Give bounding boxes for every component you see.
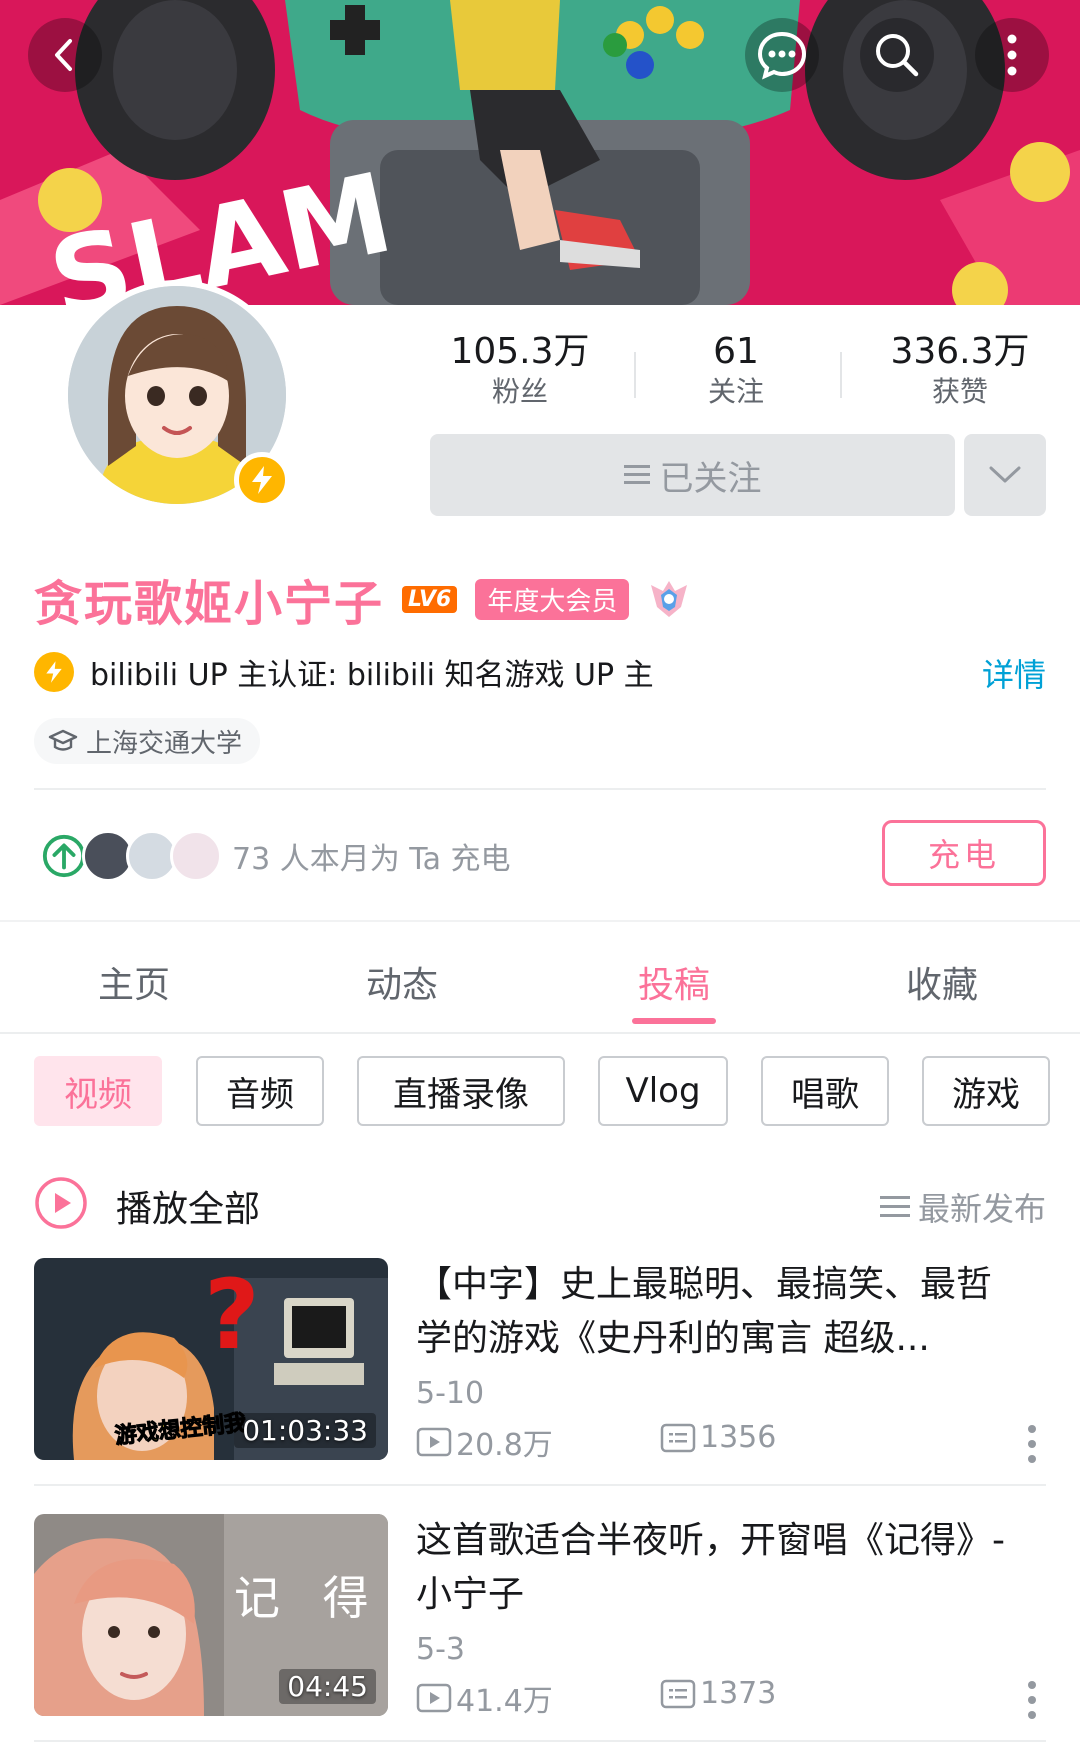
view-count: 20.8万	[416, 1420, 553, 1464]
video-meta: 20.8万 1356	[416, 1420, 1016, 1463]
play-count-icon	[416, 1427, 452, 1457]
list-icon	[623, 465, 650, 484]
video-date: 5-10	[416, 1376, 485, 1411]
video-meta: 41.4万 1373	[416, 1676, 1016, 1719]
avatar[interactable]	[62, 280, 292, 510]
tab-uploads[interactable]: 投稿	[574, 956, 774, 1008]
filter-chip-live-replay[interactable]: 直播录像	[357, 1056, 565, 1126]
video-title[interactable]: 【中字】史上最聪明、最搞笑、最哲学的游戏《史丹利的寓言 超级...	[416, 1258, 1016, 1366]
play-circle-icon[interactable]	[34, 1176, 88, 1230]
view-count: 41.4万	[416, 1676, 553, 1720]
verified-lightning-badge-icon	[234, 452, 290, 508]
danmaku-icon	[660, 1679, 696, 1708]
supporter-avatars[interactable]	[38, 830, 222, 882]
svg-text:?: ?	[204, 1259, 260, 1371]
active-tab-indicator	[632, 1018, 716, 1024]
video-duration: 04:45	[279, 1669, 376, 1704]
section-divider	[34, 788, 1046, 790]
chevron-down-icon	[989, 466, 1021, 483]
verification-text: bilibili UP 主认证: bilibili 知名游戏 UP 主	[90, 658, 654, 693]
username: 贪玩歌姬小宁子	[34, 576, 385, 632]
stat-label: 关注	[707, 375, 764, 408]
sort-dropdown[interactable]: 最新发布	[879, 1184, 1046, 1230]
list-divider	[34, 1740, 1046, 1742]
stat-label: 获赞	[931, 375, 988, 408]
danmaku-icon	[660, 1423, 696, 1452]
tab-favorites[interactable]: 收藏	[842, 956, 1042, 1008]
stat-value: 336.3万	[890, 331, 1030, 372]
search-button[interactable]	[860, 18, 934, 92]
view-count-value: 20.8万	[456, 1428, 553, 1463]
stat-value: 105.3万	[450, 331, 590, 372]
supporter-avatar	[170, 830, 222, 882]
stat-following[interactable]: 61 关注	[636, 330, 836, 410]
medal-icon[interactable]	[647, 577, 691, 621]
stat-value: 61	[713, 331, 759, 372]
video-thumbnail[interactable]: 记 得 04:45	[34, 1514, 388, 1716]
graduation-cap-icon	[48, 729, 78, 751]
follow-options-button[interactable]	[964, 434, 1046, 516]
details-link[interactable]: 详情	[982, 650, 1046, 696]
chat-bubble-icon	[757, 31, 807, 80]
comment-count: 1356	[660, 1420, 776, 1455]
profile-stats: 105.3万 粉丝 61 关注 336.3万 获赞	[420, 330, 1050, 410]
comment-count-value: 1373	[700, 1676, 777, 1711]
message-button[interactable]	[745, 18, 819, 92]
play-all-button[interactable]: 播放全部	[116, 1180, 260, 1232]
view-count-value: 41.4万	[456, 1684, 553, 1719]
school-tag[interactable]: 上海交通大学	[34, 718, 261, 764]
profile-tabs: 主页 动态 投稿 收藏	[0, 922, 1080, 1034]
comment-count-value: 1356	[700, 1420, 777, 1455]
search-icon	[876, 34, 919, 77]
filter-chip-games[interactable]: 游戏	[922, 1056, 1050, 1126]
level-badge: LV6	[402, 585, 458, 613]
back-arrow-icon	[55, 39, 72, 71]
tab-home[interactable]: 主页	[34, 956, 234, 1008]
video-list-item[interactable]: ? 游戏想控制我 01:03:33 【中字】史上最聪明、最搞笑、最哲学的游戏《史…	[34, 1258, 1046, 1468]
list-divider	[34, 1484, 1046, 1486]
name-row: 贪玩歌姬小宁子 LV6 年度大会员	[34, 568, 691, 632]
video-duration: 01:03:33	[234, 1413, 376, 1448]
thumbnail-caption: 记 得	[234, 1571, 383, 1625]
more-button[interactable]	[975, 18, 1049, 92]
school-name: 上海交通大学	[86, 728, 243, 759]
sort-label: 最新发布	[917, 1190, 1046, 1228]
tab-dynamics[interactable]: 动态	[302, 956, 502, 1008]
vip-badge[interactable]: 年度大会员	[475, 578, 630, 620]
followed-label: 已关注	[659, 458, 762, 499]
more-options-icon[interactable]	[1026, 1680, 1038, 1720]
play-all-row: 播放全部 最新发布	[34, 1172, 1046, 1232]
profile-banner: SLAM	[0, 0, 1080, 305]
charge-count-text: 73 人本月为 Ta 充电	[232, 842, 511, 877]
charge-button[interactable]: 充电	[882, 820, 1046, 886]
stat-label: 粉丝	[491, 375, 548, 408]
verified-lightning-icon	[34, 652, 74, 692]
video-title[interactable]: 这首歌适合半夜听，开窗唱《记得》- 小宁子	[416, 1514, 1016, 1622]
verification-row: bilibili UP 主认证: bilibili 知名游戏 UP 主 详情	[34, 650, 1046, 694]
more-options-icon[interactable]	[1026, 1424, 1038, 1464]
video-thumbnail[interactable]: ? 游戏想控制我 01:03:33	[34, 1258, 388, 1460]
followed-button[interactable]: 已关注	[430, 434, 955, 516]
comment-count: 1373	[660, 1676, 776, 1711]
more-vertical-icon	[1007, 34, 1017, 76]
stat-likes[interactable]: 336.3万 获赞	[860, 330, 1060, 410]
stat-divider	[840, 352, 842, 398]
sort-list-icon	[879, 1196, 910, 1217]
filter-chip-singing[interactable]: 唱歌	[761, 1056, 889, 1126]
charge-row: 73 人本月为 Ta 充电 充电	[38, 820, 1046, 890]
play-count-icon	[416, 1683, 452, 1713]
filter-chip-video[interactable]: 视频	[34, 1056, 162, 1126]
back-button[interactable]	[28, 18, 102, 92]
filter-chip-vlog[interactable]: Vlog	[598, 1056, 728, 1126]
stat-fans[interactable]: 105.3万 粉丝	[420, 330, 620, 410]
video-date: 5-3	[416, 1632, 465, 1667]
video-list-item[interactable]: 记 得 04:45 这首歌适合半夜听，开窗唱《记得》- 小宁子 5-3 41.4…	[34, 1514, 1046, 1724]
filter-chip-audio[interactable]: 音频	[196, 1056, 324, 1126]
